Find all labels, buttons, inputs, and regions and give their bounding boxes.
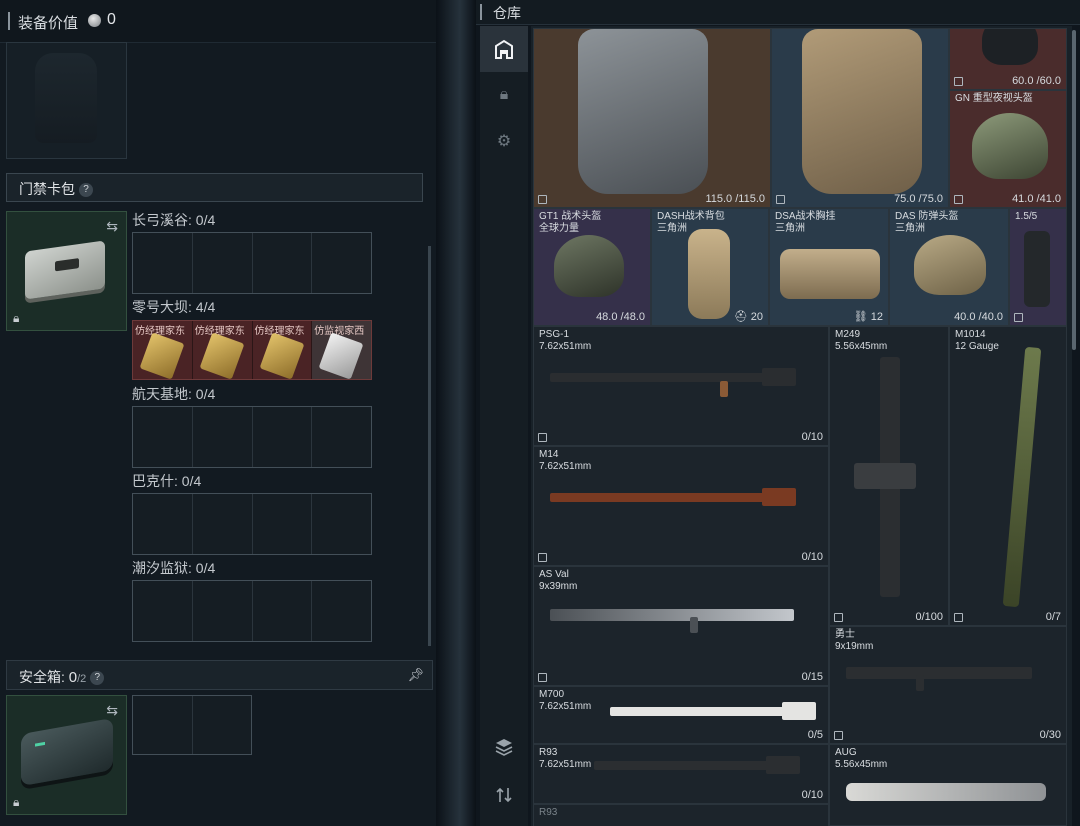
helmet-icon	[914, 235, 986, 295]
helmet-item[interactable]: GT1 战术头盔 全球力量 48.0 /48.0	[533, 208, 651, 326]
left-scrollbar[interactable]	[428, 246, 431, 646]
panel-divider	[436, 0, 476, 826]
warehouse-icon	[495, 39, 513, 59]
gear-icon: ⚙︎	[496, 133, 512, 150]
zone-slots-aerospace[interactable]	[132, 406, 372, 468]
safe-box-title: 安全箱:	[19, 669, 65, 685]
backpack-silhouette-icon	[35, 53, 97, 143]
chest-rig-icon	[780, 249, 880, 299]
zone-label-tidal-prison: 潮汐监狱: 0/4	[132, 560, 216, 576]
rifle-icon	[550, 368, 796, 397]
keycard-slot[interactable]: 仿经理家东	[133, 321, 193, 379]
warehouse-grid: 115.0 /115.0 75.0 /75.0 60.0 /60.0 GN 重型…	[531, 26, 1072, 826]
zone-label-aerospace: 航天基地: 0/4	[132, 386, 216, 402]
weapon-item-m14[interactable]: M14 7.62x51mm 0/10	[533, 446, 829, 566]
safe-box-count: 0	[68, 669, 78, 686]
keycard-icon	[139, 332, 185, 379]
sniper-rifle-icon	[594, 756, 800, 774]
safe-box-title-bar: 安全箱: 0/2? 📌︎	[6, 660, 433, 690]
keycard-slot[interactable]: 仿经理家东	[192, 321, 253, 379]
pin-icon[interactable]: 📌︎	[407, 667, 424, 683]
helmet-icon	[972, 113, 1048, 179]
keycard-icon	[318, 332, 364, 379]
helmet-item[interactable]: 60.0 /60.0	[949, 28, 1067, 90]
chest-rig-item[interactable]: DSA战术胸挂 三角洲 ⛓︎ 12	[769, 208, 889, 326]
help-icon[interactable]: ?	[79, 183, 93, 198]
weapon-item-m1014[interactable]: M1014 12 Gauge 0/7	[949, 326, 1067, 626]
weapon-item-psg1[interactable]: PSG-1 7.62x51mm 0/10	[533, 326, 829, 446]
tab-settings[interactable]: ⚙︎	[480, 118, 528, 164]
helmet-item[interactable]: DAS 防弹头盔 三角洲 40.0 /40.0	[889, 208, 1009, 326]
backpack-icon	[688, 229, 730, 319]
weapon-item-r93-2[interactable]: R93	[533, 804, 829, 826]
swap-icon[interactable]: ⇆	[106, 702, 118, 719]
lock-icon: 🔒︎	[13, 311, 20, 325]
help-icon[interactable]: ?	[90, 671, 105, 686]
warehouse-scrollbar[interactable]	[1072, 30, 1076, 350]
smg-icon	[846, 667, 1032, 691]
layers-icon	[495, 739, 513, 756]
zone-label-changgong: 长弓溪谷: 0/4	[132, 212, 216, 228]
keycard-icon	[259, 332, 304, 379]
zone-slots-bakesh[interactable]	[132, 493, 372, 555]
equipment-value-title: 装备价值	[18, 15, 79, 32]
tab-sort[interactable]	[480, 772, 528, 818]
armor-vest-item[interactable]: 75.0 /75.0	[771, 28, 949, 208]
backpack-slot[interactable]	[6, 42, 127, 159]
keycard-slot[interactable]: 仿经理家东	[252, 321, 313, 379]
safe-box-capacity: /2	[77, 673, 87, 685]
helmet-icon	[982, 29, 1038, 65]
scope-item[interactable]: 1.5/5	[1009, 208, 1067, 326]
rifle-icon	[610, 702, 816, 720]
equipment-value-header: 装备价值 0	[0, 0, 436, 43]
tab-layers[interactable]	[480, 724, 528, 770]
weapon-item-as-val[interactable]: AS Val 9x39mm 0/15	[533, 566, 829, 686]
night-vision-helmet-item[interactable]: GN 重型夜视头盔 41.0 /41.0	[949, 90, 1067, 208]
helmet-icon	[554, 235, 624, 297]
keycard-slot[interactable]: 仿监视家西	[312, 321, 371, 379]
zone-label-dam: 零号大坝: 4/4	[132, 299, 216, 315]
keycard-pack-title: 门禁卡包	[19, 181, 75, 197]
zone-slots-changgong[interactable]	[132, 232, 372, 294]
lock-icon: 🔒︎	[13, 795, 20, 809]
weapon-item-warrior[interactable]: 勇士 9x19mm 0/30	[829, 626, 1067, 744]
rifle-icon	[550, 488, 796, 506]
warehouse-side-tabs: 🔒︎ ⚙︎	[480, 26, 528, 826]
swap-icon[interactable]: ⇆	[106, 218, 118, 235]
header-accent-bar	[480, 4, 482, 20]
keycard-icon	[199, 332, 245, 379]
weapon-item-aug[interactable]: AUG 5.56x45mm	[829, 744, 1067, 826]
sort-icon	[496, 787, 512, 803]
shotgun-icon	[1002, 346, 1042, 608]
safe-box-slot[interactable]: ⇆ 🔒︎	[6, 695, 127, 815]
safe-box-icon	[21, 717, 113, 787]
rifle-icon	[550, 609, 794, 633]
header-accent-bar	[8, 12, 10, 30]
backpack-item[interactable]: DASH战术背包 三角洲 ⛑︎ 20	[651, 208, 769, 326]
zone-slots-dam: 仿经理家东 仿经理家东 仿经理家东 仿监视家西	[132, 320, 372, 380]
body-armor-icon	[802, 29, 922, 194]
weapon-item-m249[interactable]: M249 5.56x45mm 0/100	[829, 326, 949, 626]
warehouse-header: 仓库	[476, 0, 1080, 25]
currency-icon	[88, 14, 101, 27]
armor-vest-item[interactable]: 115.0 /115.0	[533, 28, 771, 208]
zone-slots-tidal-prison[interactable]	[132, 580, 372, 642]
warehouse-title: 仓库	[493, 5, 521, 21]
weapon-item-m700[interactable]: M700 7.62x51mm 0/5	[533, 686, 829, 744]
keycard-pack-title-bar: 门禁卡包?	[6, 173, 423, 202]
equipment-value: 0	[107, 11, 116, 28]
tab-locked[interactable]: 🔒︎	[480, 72, 528, 118]
keycard-case-icon	[25, 240, 105, 300]
keycard-case-slot[interactable]: ⇆ 🔒︎	[6, 211, 127, 331]
weapon-item-r93[interactable]: R93 7.62x51mm 0/10	[533, 744, 829, 804]
tab-warehouse[interactable]	[480, 26, 528, 72]
lock-icon: 🔒︎	[499, 86, 509, 103]
body-armor-icon	[578, 29, 708, 194]
safe-box-slots[interactable]	[132, 695, 252, 755]
rifle-icon	[846, 783, 1046, 801]
zone-label-bakesh: 巴克什: 0/4	[132, 473, 202, 489]
night-vision-icon	[1024, 231, 1050, 307]
